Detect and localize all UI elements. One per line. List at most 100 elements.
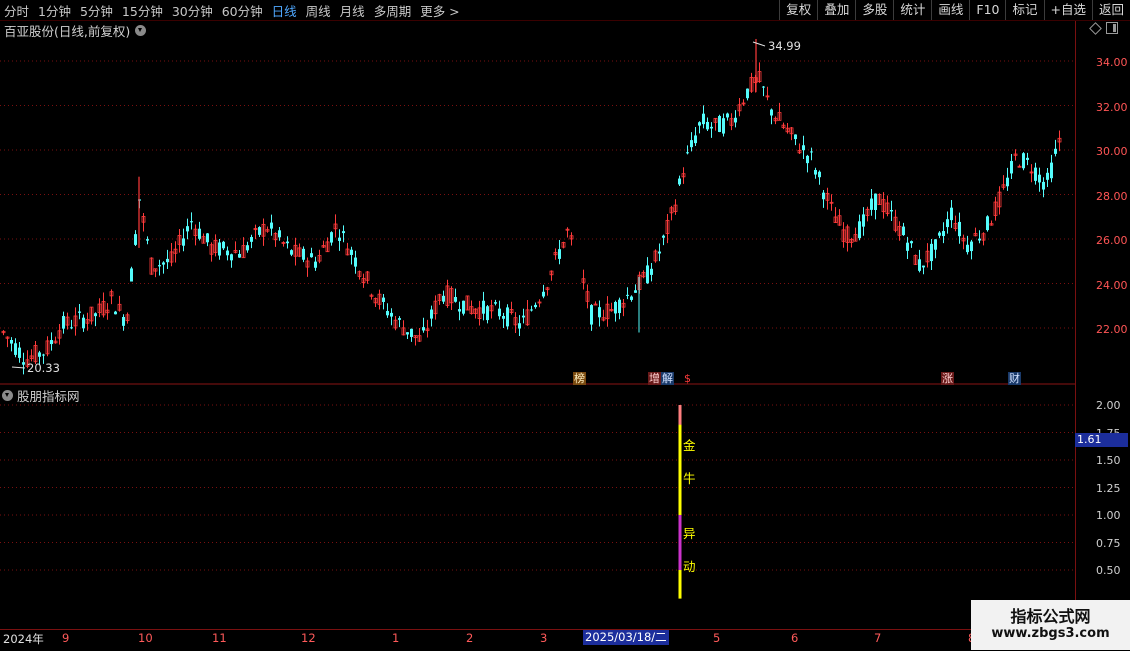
candle-body-down — [810, 151, 813, 153]
candle-body-up — [477, 307, 482, 319]
candle-body-up — [737, 104, 742, 112]
tab-more[interactable]: 更多 > — [420, 1, 459, 20]
indicator-name-label: 股朋指标网 — [17, 389, 80, 404]
candle-body-down — [1054, 148, 1057, 154]
candle-body-up — [1013, 153, 1018, 156]
candle-body-down — [694, 135, 697, 144]
chevron-down-icon[interactable] — [135, 25, 147, 36]
tab-15min[interactable]: 15分钟 — [122, 1, 163, 20]
candle-body-up — [417, 335, 422, 342]
candle-body-down — [146, 239, 149, 241]
candle-body-down — [946, 219, 949, 228]
tab-daily[interactable]: 日线 — [272, 1, 297, 20]
candle-body-up — [233, 249, 238, 253]
candle-body-down — [410, 328, 413, 337]
candlestick-chart[interactable] — [0, 0, 1130, 650]
candle-body-up — [785, 127, 790, 133]
candle-body-up — [609, 309, 614, 312]
candle-body-up — [765, 95, 770, 98]
event-marker-finance[interactable]: 财 — [1008, 372, 1021, 385]
candle-body-up — [369, 294, 374, 297]
candle-body-up — [333, 223, 338, 230]
candle-body-down — [922, 265, 925, 268]
candle-body-down — [218, 242, 221, 256]
tab-5min[interactable]: 5分钟 — [80, 1, 113, 20]
candle-body-down — [458, 309, 461, 312]
candle-body-down — [618, 299, 621, 314]
candle-body-down — [646, 265, 649, 284]
candle-body-up — [981, 233, 986, 241]
ind-y-tick-label: 0.50 — [1096, 564, 1121, 577]
candle-body-down — [1006, 177, 1009, 187]
watermark-url: www.zbgs3.com — [991, 626, 1110, 641]
signal-char-move: 动 — [683, 559, 696, 574]
candle-body-down — [822, 192, 825, 200]
candle-body-down — [970, 241, 973, 252]
tab-weekly[interactable]: 周线 — [306, 1, 331, 20]
back-button[interactable]: 返回 — [1091, 0, 1130, 20]
candle-body-up — [117, 303, 122, 311]
candle-body-down — [462, 300, 465, 314]
event-marker-up[interactable]: 涨 — [941, 372, 954, 385]
tab-60min[interactable]: 60分钟 — [222, 1, 263, 20]
candle-body-up — [825, 193, 830, 201]
signal-char-bull: 牛 — [683, 471, 696, 486]
y-tick-label: 34.00 — [1096, 56, 1128, 69]
adjust-button[interactable]: 复权 — [779, 0, 817, 20]
tab-intraday[interactable]: 分时 — [4, 1, 29, 20]
candle-body-down — [10, 340, 13, 344]
candle-body-up — [489, 305, 494, 312]
tab-multi-period[interactable]: 多周期 — [374, 1, 412, 20]
tab-monthly[interactable]: 月线 — [340, 1, 365, 20]
chevron-down-icon[interactable] — [2, 390, 13, 401]
candle-body-up — [65, 316, 70, 326]
candle-body-down — [382, 297, 385, 302]
draw-line-button[interactable]: 画线 — [931, 0, 969, 20]
candle-body-down — [1046, 172, 1049, 180]
add-watchlist-button[interactable]: +自选 — [1043, 0, 1092, 20]
event-marker-unlock[interactable]: 解 — [661, 372, 674, 385]
candle-body-down — [82, 317, 85, 329]
event-marker-dividend[interactable]: $ — [683, 372, 692, 385]
tab-30min[interactable]: 30分钟 — [172, 1, 213, 20]
candle-body-up — [753, 77, 758, 84]
candle-body-down — [18, 347, 21, 358]
candle-body-up — [433, 300, 438, 315]
candle-body-up — [377, 293, 382, 305]
watermark-title: 指标公式网 — [1010, 607, 1091, 626]
mark-button[interactable]: 标记 — [1005, 0, 1043, 20]
candle-body-up — [545, 287, 550, 291]
candle-body-up — [317, 255, 322, 262]
candle-body-up — [53, 340, 58, 344]
candle-body-down — [50, 340, 53, 345]
candle-body-down — [950, 207, 953, 221]
candle-body-down — [198, 228, 201, 239]
candle-body-up — [97, 303, 102, 313]
event-marker-add[interactable]: 增 — [648, 372, 661, 385]
candle-body-down — [710, 126, 713, 129]
overlay-button[interactable]: 叠加 — [817, 0, 855, 20]
candle-body-down — [1042, 181, 1045, 190]
candle-body-up — [605, 303, 610, 320]
f10-button[interactable]: F10 — [969, 0, 1005, 20]
x-tick-label: 3 — [540, 631, 548, 645]
candle-body-down — [1026, 157, 1029, 160]
candle-body-down — [310, 253, 313, 258]
candle-body-up — [789, 127, 794, 135]
candle-body-down — [226, 250, 229, 256]
candle-body-down — [634, 290, 637, 293]
event-marker-list[interactable]: 榜 — [573, 372, 586, 385]
candle-body-down — [770, 109, 773, 116]
candle-body-down — [190, 221, 193, 223]
multi-stock-button[interactable]: 多股 — [855, 0, 893, 20]
candle-body-down — [690, 140, 693, 148]
candle-body-down — [342, 231, 345, 234]
candle-body-up — [509, 308, 514, 313]
candle-body-down — [114, 311, 117, 315]
tab-1min[interactable]: 1分钟 — [38, 1, 71, 20]
candle-body-up — [173, 248, 178, 254]
candle-body-down — [794, 134, 797, 140]
date-axis[interactable] — [0, 629, 1075, 651]
statistics-button[interactable]: 统计 — [893, 0, 931, 20]
candle-body-up — [865, 208, 870, 216]
